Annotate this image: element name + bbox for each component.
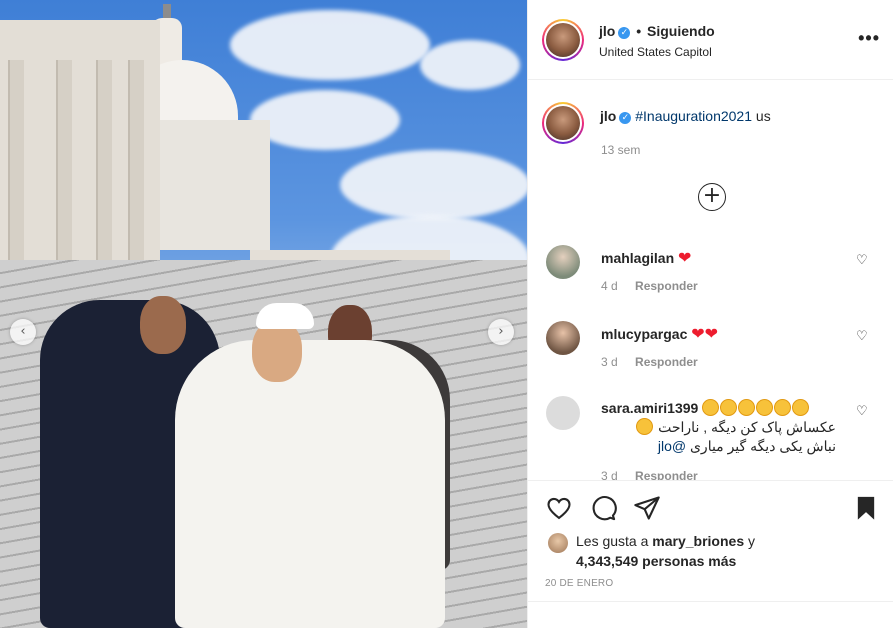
liker-avatar[interactable] — [548, 533, 568, 553]
caption-hashtag[interactable]: #Inauguration2021 — [635, 108, 752, 124]
comment-body: mlucypargac ❤❤ — [601, 324, 841, 344]
post-photo[interactable]: ‹ › — [0, 0, 527, 628]
carousel-next-button[interactable]: › — [488, 319, 514, 345]
comment-body: mahlagilan ❤ — [601, 248, 841, 268]
post-side-panel: jlo ✓ • Siguiendo United States Capitol •… — [527, 0, 893, 628]
person-center — [175, 340, 445, 628]
column — [8, 60, 24, 260]
laughing-emoji — [720, 399, 738, 416]
comment-username[interactable]: mlucypargac — [601, 326, 687, 342]
cloud — [420, 40, 520, 90]
laughing-emoji — [702, 399, 720, 416]
likes-count-button[interactable]: 4,343,549 personas más — [576, 553, 736, 569]
load-more-comments-button[interactable]: + — [698, 183, 726, 211]
laughing-emoji — [756, 399, 774, 416]
verified-badge-icon: ✓ — [619, 112, 632, 124]
red-heart-emoji: ❤ — [678, 248, 692, 267]
comment-avatar[interactable] — [546, 321, 580, 355]
post-date: 20 DE ENERO — [545, 578, 614, 589]
separator-dot: • — [636, 23, 642, 39]
heart-icon[interactable] — [545, 494, 573, 522]
person-center-head — [252, 320, 302, 382]
column — [96, 60, 112, 260]
comment-item: sara.amiri1399 عکساش پاک کن دیگه , ناراح… — [546, 396, 886, 480]
author-line: jlo ✓ • Siguiendo — [599, 23, 715, 39]
caption-time: 13 sem — [601, 143, 641, 157]
heart-icon[interactable]: ♡ — [856, 329, 870, 344]
more-options-icon[interactable]: ••• — [858, 28, 880, 49]
caption-username[interactable]: jlo — [600, 108, 616, 124]
comment-text-line: نباش یکی دیگه گیر میاری @jlo — [601, 437, 836, 456]
comment-body: sara.amiri1399 عکساش پاک کن دیگه , ناراح… — [601, 399, 836, 456]
following-button[interactable]: Siguiendo — [647, 23, 715, 39]
comment-meta: 3 d Responder — [601, 469, 712, 480]
comment-avatar[interactable] — [546, 245, 580, 279]
comment-meta: 3 d Responder — [601, 355, 712, 369]
share-icon[interactable] — [633, 494, 661, 522]
comment-icon[interactable] — [589, 494, 617, 522]
comment-text-line: عکساش پاک کن دیگه , ناراحت — [601, 418, 836, 437]
bookmark-icon[interactable] — [852, 494, 880, 522]
post-actions: Les gusta a mary_briones y 4,343,549 per… — [528, 480, 893, 628]
author-username[interactable]: jlo — [599, 23, 615, 39]
comment-time: 3 d — [601, 355, 618, 369]
divider — [528, 601, 893, 602]
red-heart-emoji: ❤ — [704, 324, 719, 343]
likes-summary: Les gusta a mary_briones y 4,343,549 per… — [576, 531, 876, 571]
comment-time: 3 d — [601, 469, 618, 480]
post-location[interactable]: United States Capitol — [599, 45, 712, 59]
comment-mention[interactable]: @jlo — [658, 438, 686, 454]
author-avatar[interactable] — [542, 19, 584, 61]
caption-avatar[interactable] — [542, 102, 584, 144]
verified-badge-icon: ✓ — [618, 27, 631, 39]
post-header: jlo ✓ • Siguiendo United States Capitol •… — [528, 0, 893, 80]
caption-text: jlo ✓ #Inauguration2021 us — [600, 108, 771, 124]
comment-meta: 4 d Responder — [601, 279, 712, 293]
reply-button[interactable]: Responder — [635, 279, 698, 293]
cloud — [340, 150, 527, 220]
comment-text: نباش یکی دیگه گیر میاری — [689, 438, 836, 454]
comment-time: 4 d — [601, 279, 618, 293]
comment-avatar[interactable] — [546, 396, 580, 430]
comment-username[interactable]: mahlagilan — [601, 250, 674, 266]
person-left-head — [140, 296, 186, 354]
likes-conjunction: y — [748, 533, 755, 549]
reply-button[interactable]: Responder — [635, 355, 698, 369]
heart-icon[interactable]: ♡ — [856, 404, 870, 419]
comment-username[interactable]: sara.amiri1399 — [601, 400, 698, 416]
carousel-prev-button[interactable]: ‹ — [10, 319, 36, 345]
comment-text: عکساش پاک کن دیگه , ناراحت — [658, 419, 836, 435]
laughing-emoji — [636, 418, 654, 435]
laughing-emoji — [774, 399, 792, 416]
column — [128, 60, 144, 260]
liker-username[interactable]: mary_briones — [652, 533, 744, 549]
heart-icon[interactable]: ♡ — [856, 253, 870, 268]
plus-circle-icon: + — [702, 183, 722, 208]
laughing-emoji — [792, 399, 810, 416]
cloud — [250, 90, 400, 150]
caption-suffix: us — [755, 108, 771, 124]
laughing-emoji — [738, 399, 756, 416]
person-center-hat — [256, 303, 314, 329]
column — [56, 60, 72, 260]
reply-button[interactable]: Responder — [635, 469, 698, 480]
cloud — [230, 10, 430, 80]
likes-prefix: Les gusta a — [576, 533, 649, 549]
red-heart-emoji: ❤ — [691, 324, 705, 343]
